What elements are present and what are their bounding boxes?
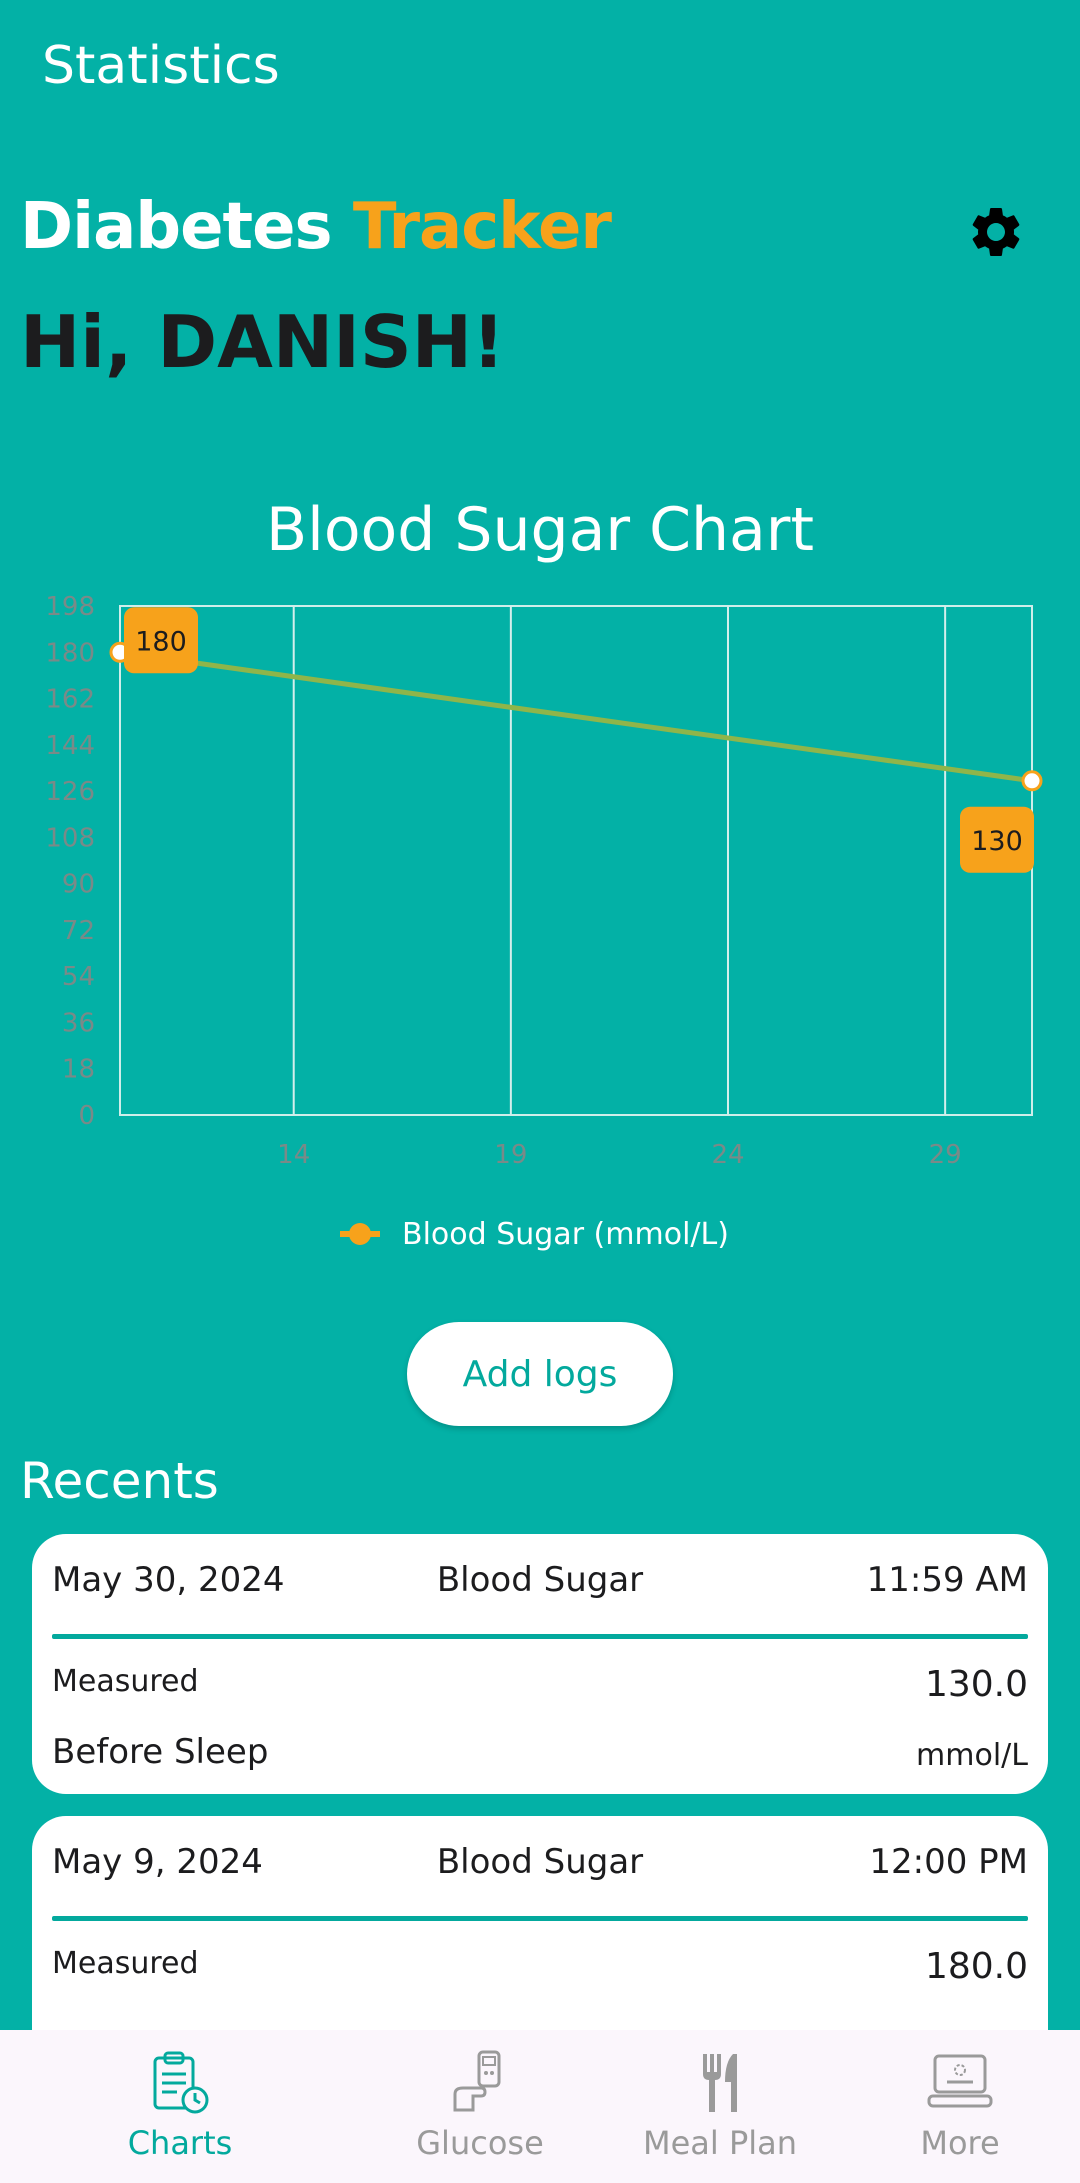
nav-label: Glucose <box>416 2124 544 2162</box>
y-tick-label: 18 <box>62 1055 95 1085</box>
y-tick-label: 0 <box>78 1101 95 1131</box>
nav-label: Charts <box>127 2124 233 2162</box>
chart-y-ticks: 0 18 36 54 72 90 108 126 144 162 180 198 <box>45 592 95 1131</box>
y-tick-label: 72 <box>62 916 95 946</box>
greeting: Hi, DANISH! <box>20 300 505 384</box>
log-time: 11:59 AM <box>866 1560 1028 1600</box>
log-context: Before Sleep <box>52 1732 269 1772</box>
card-divider <box>52 1634 1028 1639</box>
y-tick-label: 198 <box>45 592 95 622</box>
nav-label: More <box>920 2124 1000 2162</box>
bottom-navigation: Charts Glucose Meal Plan More <box>0 2030 1080 2183</box>
legend-label: Blood Sugar (mmol/L) <box>402 1217 729 1252</box>
clipboard-clock-icon <box>153 2051 209 2114</box>
y-tick-label: 126 <box>45 777 95 807</box>
y-tick-label: 36 <box>62 1008 95 1038</box>
data-point <box>1021 770 1043 792</box>
y-tick-label: 162 <box>45 685 95 715</box>
chart-title: Blood Sugar Chart <box>266 495 814 565</box>
gear-icon[interactable] <box>966 202 1026 262</box>
card-divider <box>52 1916 1028 1921</box>
recents-title: Recents <box>20 1452 219 1510</box>
nav-item-charts[interactable]: Charts <box>70 2030 290 2183</box>
x-tick-label: 24 <box>711 1140 744 1170</box>
data-label: 180 <box>135 626 187 657</box>
add-logs-button[interactable]: Add logs <box>407 1322 673 1426</box>
measured-label: Measured <box>52 1946 199 1981</box>
glucose-meter-icon <box>453 2050 501 2112</box>
log-value: 180.0 <box>924 1946 1028 1987</box>
appbar-title: Statistics <box>42 36 280 96</box>
nav-label: Meal Plan <box>642 2124 798 2162</box>
chart-series: 180 130 <box>109 607 1043 873</box>
laptop-icon <box>927 2054 993 2108</box>
log-unit: mmol/L <box>916 1738 1028 1773</box>
log-value: 130.0 <box>924 1664 1028 1705</box>
brand-title: Diabetes Tracker <box>20 190 612 264</box>
x-tick-label: 19 <box>494 1140 527 1170</box>
legend-marker <box>349 1223 371 1245</box>
y-tick-label: 54 <box>62 962 95 992</box>
y-tick-label: 90 <box>62 870 95 900</box>
data-label: 130 <box>971 826 1023 857</box>
brand-part-2: Tracker <box>352 190 612 264</box>
x-tick-label: 29 <box>929 1140 962 1170</box>
chart-legend: Blood Sugar (mmol/L) <box>340 1217 729 1252</box>
nav-item-more[interactable]: More <box>850 2030 1070 2183</box>
y-tick-label: 144 <box>45 731 95 761</box>
y-tick-label: 180 <box>45 638 95 668</box>
log-time: 12:00 PM <box>869 1842 1028 1882</box>
blood-sugar-chart: 0 18 36 54 72 90 108 126 144 162 180 198 14 19 24 29 1… <box>45 592 1043 1252</box>
recent-log-card[interactable]: May 30, 2024 Blood Sugar 11:59 AM Measur… <box>32 1534 1048 1794</box>
brand-part-1: Diabetes <box>20 190 333 264</box>
plot-frame <box>119 605 1033 1116</box>
x-tick-label: 14 <box>277 1140 310 1170</box>
nav-item-meal-plan[interactable]: Meal Plan <box>610 2030 830 2183</box>
fork-knife-icon <box>703 2054 737 2112</box>
chart-grid <box>119 605 1033 1116</box>
nav-item-glucose[interactable]: Glucose <box>370 2030 590 2183</box>
series-line <box>119 649 1033 784</box>
measured-label: Measured <box>52 1664 199 1699</box>
y-tick-label: 108 <box>45 823 95 853</box>
chart-x-ticks: 14 19 24 29 <box>277 1140 962 1170</box>
